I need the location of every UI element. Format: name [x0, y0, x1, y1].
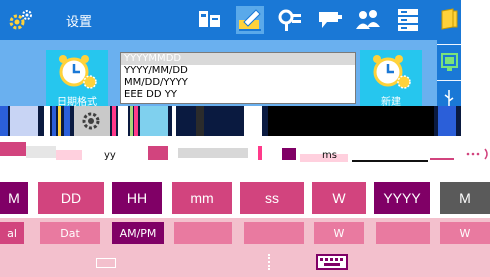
chip-icon[interactable]: [276, 6, 304, 34]
corrupted-toolbar-band: [0, 106, 461, 136]
server-icon[interactable]: [394, 6, 422, 34]
gear-icon[interactable]: [8, 8, 34, 32]
component-tabs-row: M DD HH mm ss W YYYY M: [0, 178, 490, 218]
sidebar-divider: [437, 80, 461, 81]
keyboard-button[interactable]: [316, 254, 348, 270]
date-format-list[interactable]: YYYYMMDD YYYY/MM/DD MM/DD/YYYY EEE DD YY: [120, 52, 356, 104]
right-sidebar: [437, 0, 461, 113]
tab-weekday[interactable]: W: [312, 182, 366, 214]
tab-edit[interactable]: [236, 6, 264, 34]
value-cell[interactable]: AM/PM: [112, 222, 164, 244]
alarm-clock-icon: [59, 55, 97, 89]
sidebar-divider: [437, 44, 461, 45]
page-title: 设置: [66, 15, 93, 30]
bottom-row: [0, 248, 490, 277]
tab-minute[interactable]: mm: [172, 182, 232, 214]
corrupted-text: yy: [104, 150, 116, 161]
folder-icon[interactable]: [441, 8, 458, 30]
component-values-row: al Dat AM/PM W W: [0, 218, 490, 248]
title-bar: 设置: [0, 0, 437, 40]
value-cell[interactable]: [244, 222, 304, 244]
tab-hour[interactable]: HH: [112, 182, 162, 214]
list-item[interactable]: YYYYMMDD: [121, 53, 355, 65]
value-cell[interactable]: Dat: [40, 222, 100, 244]
date-format-label: 日期格式: [57, 97, 97, 106]
value-cell[interactable]: al: [0, 222, 24, 244]
usb-icon[interactable]: [441, 88, 458, 108]
ellipsis-icon[interactable]: [465, 147, 489, 161]
corrupted-text: ms: [322, 150, 337, 161]
tab-month-extra[interactable]: M: [440, 182, 490, 214]
new-label: 新建: [381, 97, 401, 106]
value-cell[interactable]: [376, 222, 430, 244]
tab-year[interactable]: YYYY: [374, 182, 430, 214]
keyboard-icon: [318, 256, 346, 268]
value-cell[interactable]: W: [314, 222, 364, 244]
tab-month[interactable]: M: [0, 182, 28, 214]
date-format-panel: 日期格式 YYYYMMDD YYYY/MM/DD MM/DD/YYYY EEE …: [0, 40, 437, 106]
gear-icon: [82, 112, 100, 130]
date-format-button[interactable]: 日期格式: [46, 50, 108, 106]
list-item[interactable]: YYYY/MM/DD: [121, 65, 355, 77]
projector-icon[interactable]: [316, 6, 344, 34]
monitor-icon[interactable]: [441, 52, 458, 74]
users-icon[interactable]: [354, 6, 382, 34]
new-button[interactable]: 新建: [360, 50, 422, 106]
alarm-settings-icon: [373, 55, 411, 89]
value-cell[interactable]: W: [440, 222, 490, 244]
tab-second[interactable]: ss: [240, 182, 304, 214]
edit-icon: [239, 9, 261, 31]
divider: [268, 254, 270, 270]
checkbox[interactable]: [96, 258, 116, 268]
device-icon[interactable]: [196, 6, 224, 34]
corrupted-row-band: yy ms: [0, 136, 461, 178]
list-item[interactable]: EEE DD YY: [121, 89, 355, 101]
tab-day[interactable]: DD: [38, 182, 104, 214]
list-item[interactable]: MM/DD/YYYY: [121, 77, 355, 89]
value-cell[interactable]: [174, 222, 232, 244]
sidebar-blank: [461, 0, 490, 113]
